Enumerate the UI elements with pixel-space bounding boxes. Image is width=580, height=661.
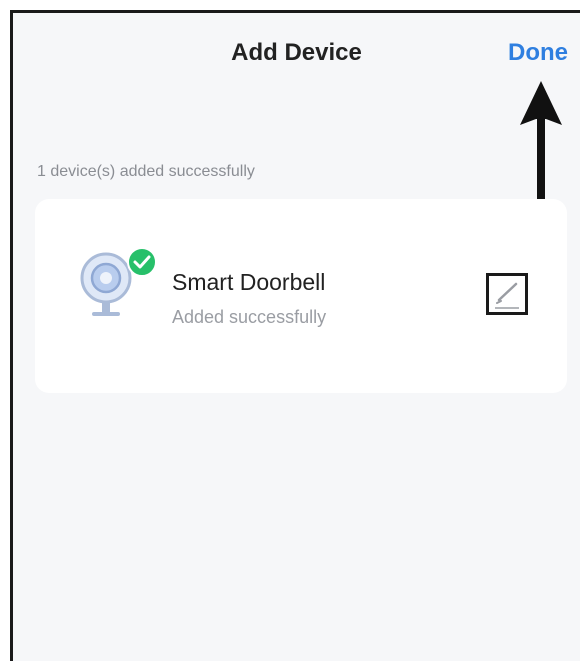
camera-icon: [80, 252, 132, 316]
header-bar: Add Device Done: [13, 13, 580, 93]
device-name: Smart Doorbell: [172, 269, 326, 295]
page-title: Add Device: [231, 39, 362, 66]
pencil-icon: [495, 282, 519, 309]
edit-device-button[interactable]: [486, 273, 528, 315]
device-status: Added successfully: [172, 307, 327, 327]
app-screen: Add Device Done 1 device(s) added succes…: [10, 10, 580, 661]
device-card[interactable]: Smart Doorbell Added successfully: [35, 199, 567, 393]
check-icon: [127, 247, 157, 277]
done-button[interactable]: Done: [508, 39, 568, 67]
success-message: 1 device(s) added successfully: [37, 163, 255, 180]
